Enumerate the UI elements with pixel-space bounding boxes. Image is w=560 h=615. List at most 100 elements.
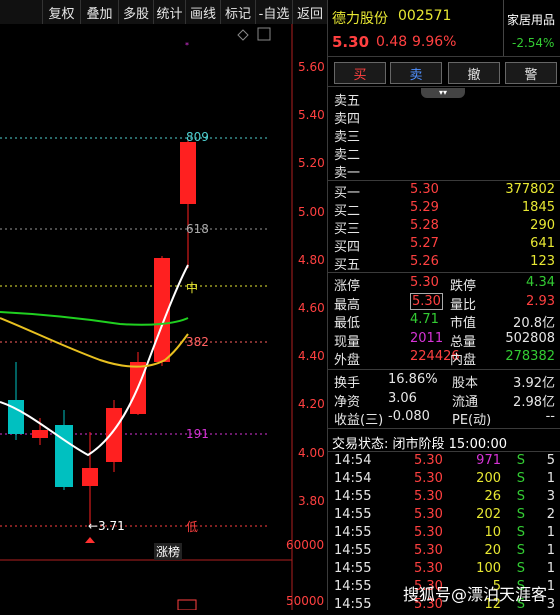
bid-row: 买四 5.27 641 (328, 236, 560, 255)
toolbar-tongji[interactable]: 统计 (154, 0, 186, 24)
quote-value: 278382 (505, 349, 555, 365)
toolbar-back[interactable]: 返回 (293, 0, 328, 24)
bid-price: 5.30 (410, 182, 439, 197)
tick-count: 2 (546, 507, 555, 522)
bid-row: 买一 5.30 377802 (328, 182, 560, 201)
ask-row: 卖二 (328, 144, 560, 163)
stock-change: 0.48 (376, 34, 408, 50)
tick-side: S (516, 453, 525, 468)
ask-row: 卖一 (328, 162, 560, 181)
fib-label-618: 618 (186, 222, 209, 236)
tick-side: S (516, 507, 525, 522)
toolbar-biaoji[interactable]: 标记 (221, 0, 256, 24)
quote-row: 现量 2011 总量 502808 (328, 331, 560, 350)
ask-label: 卖二 (334, 148, 361, 163)
quote-label: 总量 (450, 334, 477, 350)
tick-time: 14:55 (334, 507, 372, 522)
stats-label: 流通 (452, 394, 479, 410)
buy-button[interactable]: 买 (334, 62, 386, 84)
tick-volume: 971 (476, 453, 501, 468)
alert-button[interactable]: 警 (505, 62, 557, 84)
fib-label-382: 382 (186, 335, 209, 349)
tick-volume: 200 (476, 471, 501, 486)
tick-volume: 100 (476, 561, 501, 576)
cancel-button[interactable]: 撤 (448, 62, 500, 84)
stats-label: 换手 (334, 376, 361, 391)
quote-label: 量比 (450, 297, 477, 313)
bid-price: 5.29 (410, 200, 439, 215)
tick-volume: 26 (484, 489, 501, 504)
tick-row: 14:55 5.30 26 S 3 (328, 489, 560, 507)
tick-count: 1 (546, 471, 555, 486)
tick-price: 5.30 (414, 471, 443, 486)
tick-price: 5.30 (414, 561, 443, 576)
top-marker: * (185, 41, 189, 50)
quote-panel: 德力股份 002571 5.30 0.48 9.96% 家居用品 -2.54% … (327, 0, 560, 612)
quote-label: 市值 (450, 316, 477, 332)
tick-row: 14:55 5.30 202 S 2 (328, 507, 560, 525)
stats-row: 净资 3.06 流通 2.98亿 (328, 391, 560, 410)
industry-box[interactable]: 家居用品 -2.54% (503, 0, 560, 56)
tick-price: 5.30 (414, 543, 443, 558)
price-tick: 4.80 (298, 252, 325, 267)
quote-label: 内盘 (450, 353, 477, 369)
tick-price: 5.30 (414, 453, 443, 468)
stats-value: -- (545, 409, 555, 424)
bid-row: 买二 5.29 1845 (328, 200, 560, 219)
stats-value: 2.98亿 (513, 394, 555, 410)
stats-label: 收益(三) (334, 413, 384, 428)
stats-label: 股本 (452, 376, 479, 391)
stats-value: 16.86% (388, 372, 438, 387)
stock-price: 5.30 (332, 33, 370, 51)
stock-name: 德力股份 (332, 11, 388, 27)
window-box-icon[interactable] (257, 27, 271, 41)
bid-price: 5.26 (410, 254, 439, 269)
volume-bar (177, 599, 197, 610)
ask-row: 卖五 (328, 90, 560, 109)
candle (55, 425, 73, 487)
trade-status: 交易状态: 闭市阶段 15:00:00 (332, 437, 508, 452)
candle (106, 408, 122, 462)
toolbar-duogu[interactable]: 多股 (119, 0, 154, 24)
toolbar-huaxian[interactable]: 画线 (186, 0, 221, 24)
watermark-text: 搜狐号@漂泊天涯客 (403, 585, 548, 604)
tick-count: 1 (546, 561, 555, 576)
ask-label: 卖一 (334, 166, 361, 181)
limit-up-tag[interactable]: 涨榜 (154, 543, 183, 560)
ask-label: 卖五 (334, 94, 361, 109)
stats-value: -0.080 (388, 409, 430, 424)
bid-price: 5.27 (410, 236, 439, 251)
tick-time: 14:55 (334, 561, 372, 576)
tick-row: 14:55 5.30 100 S 1 (328, 561, 560, 579)
tick-count: 3 (546, 489, 555, 504)
fib-label-191: 191 (186, 427, 209, 441)
diamond-icon[interactable] (237, 29, 249, 41)
toolbar-fuquan[interactable]: 复权 (43, 0, 81, 24)
low-price-label: ←3.71 (88, 519, 125, 533)
industry-pct: -2.54% (512, 36, 555, 50)
toolbar-zixuan[interactable]: -自选 (256, 0, 293, 24)
quote-label: 跌停 (450, 279, 477, 294)
volume-tick-50000: 50000 (286, 594, 325, 608)
bid-volume: 123 (530, 254, 555, 269)
tick-side: S (516, 471, 525, 486)
bid-volume: 377802 (505, 182, 555, 197)
tick-volume: 20 (484, 543, 501, 558)
stock-change-pct: 9.96% (412, 34, 457, 50)
quote-row: 涨停 5.30 跌停 4.34 (328, 275, 560, 294)
toolbar-diejia[interactable]: 叠加 (81, 0, 119, 24)
bid-label: 买一 (334, 186, 361, 201)
bid-label: 买五 (334, 258, 361, 273)
stats-label: 净资 (334, 394, 361, 410)
stock-code: 002571 (398, 8, 452, 24)
toolbar-spacer (0, 0, 43, 24)
bid-volume: 290 (530, 218, 555, 233)
sell-button[interactable]: 卖 (390, 62, 442, 84)
price-tick: 4.40 (298, 349, 325, 364)
industry-name: 家居用品 (507, 13, 556, 27)
price-tick: 5.40 (298, 108, 325, 123)
price-tick: 4.20 (298, 397, 325, 412)
kline-chart[interactable]: * (0, 0, 327, 610)
bid-label: 买三 (334, 222, 361, 237)
tick-volume: 202 (476, 507, 501, 522)
